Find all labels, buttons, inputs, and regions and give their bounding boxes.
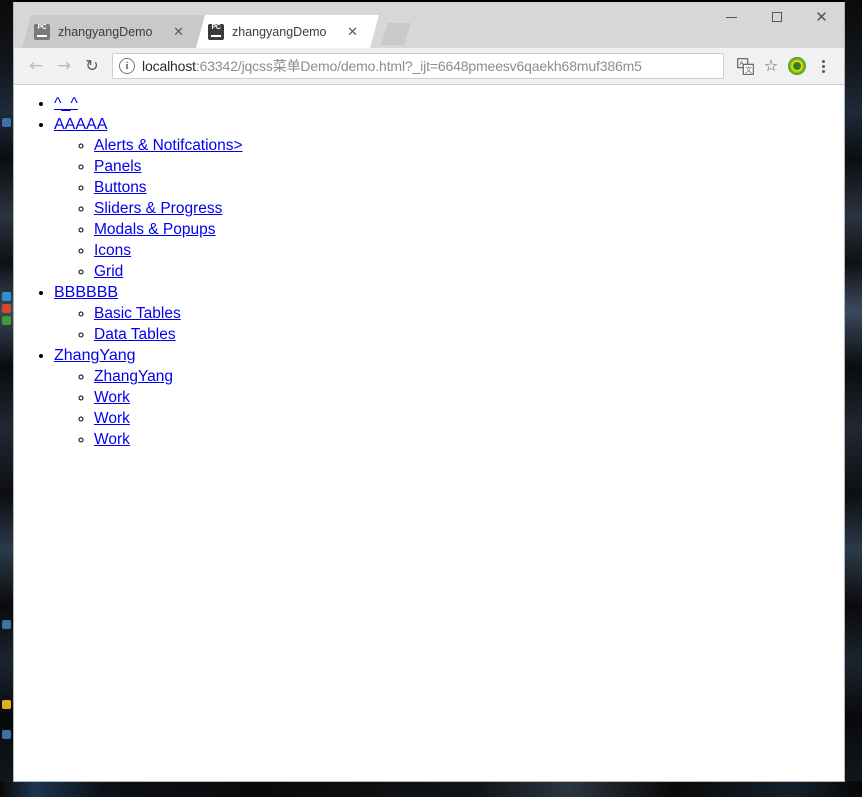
submenu-link[interactable]: ZhangYang: [94, 368, 173, 385]
submenu-item: ZhangYang: [94, 366, 844, 387]
url-host: localhost: [142, 58, 196, 74]
submenu-item: Alerts & Notifcations>: [94, 135, 844, 156]
menu-link[interactable]: BBBBBB: [54, 284, 118, 301]
window-maximize-button[interactable]: [754, 2, 799, 32]
desktop-icon-speck: [2, 620, 11, 629]
tab-close-icon[interactable]: ✕: [345, 24, 361, 40]
submenu-item: Buttons: [94, 177, 844, 198]
desktop-icon-speck: [2, 304, 11, 313]
tab-title: zhangyangDemo: [232, 24, 327, 39]
submenu-link[interactable]: Basic Tables: [94, 305, 181, 322]
translate-icon[interactable]: A 文: [732, 53, 758, 79]
tab-strip: zhangyangDemo ✕ zhangyangDemo ✕ ✕: [14, 2, 844, 48]
submenu-link[interactable]: Alerts & Notifcations>: [94, 137, 243, 154]
svg-text:文: 文: [745, 65, 752, 74]
window-close-button[interactable]: ✕: [799, 2, 844, 32]
maximize-icon: [771, 12, 782, 22]
menu-link[interactable]: ^_^: [54, 95, 78, 112]
submenu-list: ZhangYang Work Work Work: [54, 366, 844, 450]
extension-icon: [788, 57, 806, 75]
tab-title: zhangyangDemo: [58, 24, 153, 39]
browser-window: zhangyangDemo ✕ zhangyangDemo ✕ ✕ ← → ↻: [13, 2, 845, 782]
tab-close-icon[interactable]: ✕: [171, 24, 187, 40]
submenu-item: Modals & Popups: [94, 219, 844, 240]
menu-list: ^_^ AAAAA Alerts & Notifcations> Panels Butt…: [14, 93, 844, 450]
browser-tab-2[interactable]: zhangyangDemo ✕: [196, 15, 379, 48]
close-icon: ✕: [815, 8, 828, 26]
window-minimize-button[interactable]: [709, 2, 754, 32]
chrome-menu-button[interactable]: [810, 53, 836, 79]
submenu-item: Sliders & Progress: [94, 198, 844, 219]
menu-item: ^_^: [54, 93, 844, 114]
submenu-link[interactable]: Grid: [94, 263, 123, 280]
forward-button[interactable]: →: [50, 52, 78, 80]
submenu-item: Icons: [94, 240, 844, 261]
submenu-link[interactable]: Icons: [94, 242, 131, 259]
submenu-link[interactable]: Modals & Popups: [94, 221, 216, 238]
menu-link[interactable]: ZhangYang: [54, 347, 136, 364]
back-button[interactable]: ←: [22, 52, 50, 80]
submenu-item: Basic Tables: [94, 303, 844, 324]
submenu-item: Panels: [94, 156, 844, 177]
minimize-icon: [726, 16, 737, 18]
submenu-link[interactable]: Data Tables: [94, 326, 176, 343]
extension-button[interactable]: [784, 53, 810, 79]
desktop-icon-speck: [2, 118, 11, 127]
desktop-icon-speck: [2, 700, 11, 709]
submenu-link[interactable]: Work: [94, 431, 130, 448]
menu-item: AAAAA Alerts & Notifcations> Panels Buttons…: [54, 114, 844, 282]
pycharm-favicon-icon: [208, 23, 224, 40]
submenu-link[interactable]: Work: [94, 410, 130, 427]
url-path: :63342/jqcss菜单Demo/demo.html?_ijt=6648pm…: [195, 58, 642, 74]
submenu-item: Data Tables: [94, 324, 844, 345]
menu-item: ZhangYang ZhangYang Work Work Work: [54, 345, 844, 450]
star-icon: ☆: [763, 56, 779, 75]
browser-tab-1[interactable]: zhangyangDemo ✕: [22, 15, 205, 48]
submenu-link[interactable]: Work: [94, 389, 130, 406]
submenu-list: Alerts & Notifcations> Panels Buttons Slide…: [54, 135, 844, 282]
bookmark-star-button[interactable]: ☆: [758, 53, 784, 79]
address-bar[interactable]: i localhost:63342/jqcss菜单Demo/demo.html?…: [112, 53, 724, 79]
submenu-list: Basic Tables Data Tables: [54, 303, 844, 345]
submenu-link[interactable]: Sliders & Progress: [94, 200, 222, 217]
reload-button[interactable]: ↻: [78, 52, 106, 80]
desktop-right-strip: [844, 0, 862, 797]
browser-toolbar: ← → ↻ i localhost:63342/jqcss菜单Demo/demo…: [14, 48, 844, 85]
desktop-icon-speck: [2, 316, 11, 325]
submenu-link[interactable]: Buttons: [94, 179, 147, 196]
desktop-icon-speck: [2, 292, 11, 301]
desktop-icon-speck: [2, 730, 11, 739]
submenu-item: Grid: [94, 261, 844, 282]
pycharm-favicon-icon: [34, 23, 50, 40]
submenu-item: Work: [94, 387, 844, 408]
url-text: localhost:63342/jqcss菜单Demo/demo.html?_i…: [142, 56, 642, 76]
menu-link[interactable]: AAAAA: [54, 116, 107, 133]
desktop-taskbar-strip: [0, 781, 862, 797]
submenu-item: Work: [94, 429, 844, 450]
submenu-link[interactable]: Panels: [94, 158, 141, 175]
new-tab-button[interactable]: [381, 23, 411, 45]
page-content: ^_^ AAAAA Alerts & Notifcations> Panels Butt…: [14, 85, 844, 781]
submenu-item: Work: [94, 408, 844, 429]
site-info-icon[interactable]: i: [119, 58, 135, 74]
window-controls: ✕: [709, 2, 844, 32]
menu-item: BBBBBB Basic Tables Data Tables: [54, 282, 844, 345]
three-dots-menu-icon: [821, 59, 825, 73]
